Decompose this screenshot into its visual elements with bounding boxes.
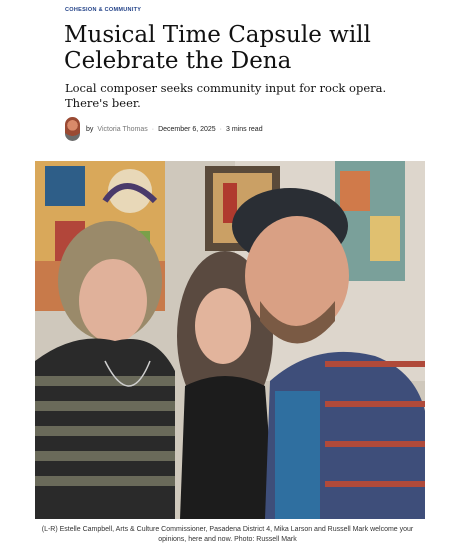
- article-photo: [35, 161, 425, 519]
- publish-date: December 6, 2025: [158, 125, 216, 133]
- byline-separator-2: ·: [219, 125, 223, 133]
- author-avatar[interactable]: [65, 117, 80, 141]
- article-headline: Musical Time Capsule will Celebrate the …: [64, 22, 371, 74]
- byline-prefix: by: [86, 125, 94, 133]
- author-link[interactable]: Victoria Thomas: [97, 126, 147, 133]
- read-time: 3 mins read: [226, 125, 263, 133]
- byline-separator: ·: [151, 125, 155, 133]
- photo-caption: (L-R) Estelle Campbell, Arts & Culture C…: [41, 526, 414, 543]
- category-label[interactable]: Cohesion & Community: [65, 7, 141, 13]
- article-dek: Local composer seeks community input for…: [65, 81, 387, 110]
- photo-illustration: [35, 161, 425, 519]
- byline: by Victoria Thomas · December 6, 2025 · …: [65, 117, 263, 141]
